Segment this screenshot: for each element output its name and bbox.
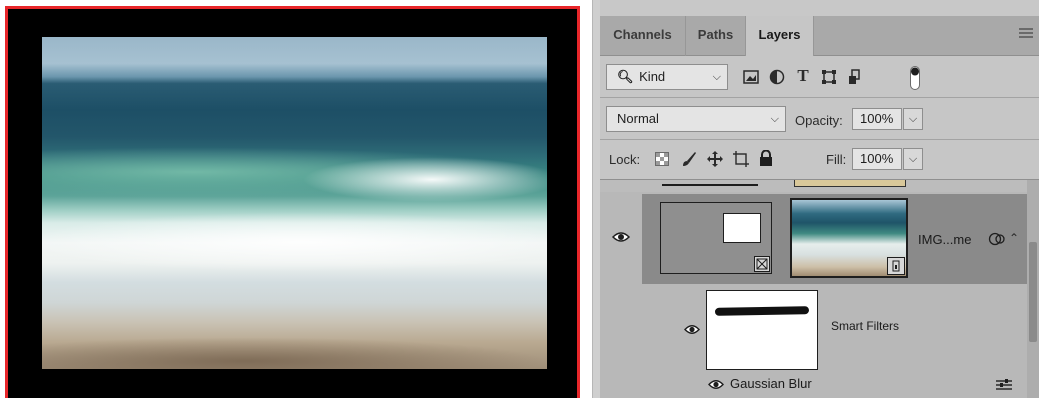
smart-filters-row[interactable]: Smart Filters xyxy=(600,284,1027,378)
tab-channels[interactable]: Channels xyxy=(600,16,686,56)
previous-layer-row[interactable] xyxy=(600,180,1027,192)
smart-filter-mask-thumbnail[interactable] xyxy=(706,290,818,370)
mask-link-icon xyxy=(754,256,770,272)
blend-mode-row: Normal ⌵ Opacity: 100% ⌵ xyxy=(600,98,1039,140)
lock-artboard-icon[interactable] xyxy=(732,150,750,168)
blending-options-icon[interactable] xyxy=(996,378,1012,392)
fill-label: Fill: xyxy=(826,152,847,167)
lock-label: Lock: xyxy=(609,152,641,167)
opacity-input[interactable]: 100% xyxy=(852,108,902,130)
ocean-wave-photo xyxy=(42,37,547,369)
document-frame[interactable] xyxy=(5,6,580,398)
panel-tabs: Channels Paths Layers xyxy=(600,16,1039,56)
lock-all-icon[interactable] xyxy=(758,149,774,167)
filter-toggle-icon[interactable] xyxy=(910,66,920,90)
pixel-filter-icon[interactable] xyxy=(742,68,760,86)
layer-thumbnail[interactable] xyxy=(790,198,908,278)
lock-position-icon[interactable] xyxy=(706,150,724,168)
panel-menu-icon[interactable] xyxy=(1019,28,1033,42)
chevron-down-icon: ⌵ xyxy=(770,113,779,125)
filter-row-gaussian-blur[interactable]: Gaussian Blur xyxy=(600,370,1027,398)
layers-panel: Channels Paths Layers 🔍︎ Kind ⌵ T Normal… xyxy=(600,0,1039,398)
type-filter-icon[interactable]: T xyxy=(794,66,812,86)
blend-mode-value: Normal xyxy=(617,111,659,126)
smart-filters-label: Smart Filters xyxy=(831,319,900,333)
chevron-up-icon[interactable]: ⌃ xyxy=(1008,231,1020,245)
smart-object-badge-icon xyxy=(887,257,905,275)
eye-icon[interactable] xyxy=(684,322,700,336)
lock-image-pixels-icon[interactable] xyxy=(680,150,698,168)
opacity-dropdown-button[interactable]: ⌵ xyxy=(903,108,923,130)
blend-mode-select[interactable]: Normal ⌵ xyxy=(606,106,786,132)
eye-icon[interactable] xyxy=(612,230,630,244)
eye-icon[interactable] xyxy=(708,378,724,390)
layer-name[interactable]: IMG...me xyxy=(918,232,971,247)
opacity-label: Opacity: xyxy=(795,113,843,128)
fill-dropdown-button[interactable]: ⌵ xyxy=(903,148,923,170)
layer-filter-row: 🔍︎ Kind ⌵ T xyxy=(600,56,1039,98)
panel-header-strip xyxy=(600,0,1039,16)
layers-scrollbar[interactable] xyxy=(1027,180,1039,398)
filter-name[interactable]: Gaussian Blur xyxy=(730,376,812,391)
chevron-down-icon: ⌵ xyxy=(712,71,721,83)
layer-row-smart-object[interactable]: IMG...me ⌃ xyxy=(642,194,1027,284)
layers-list: IMG...me ⌃ Smart Filters Gaussian Blur xyxy=(600,180,1027,398)
panel-divider[interactable] xyxy=(592,0,600,398)
fill-input[interactable]: 100% xyxy=(852,148,902,170)
document-canvas-area xyxy=(0,0,592,398)
lock-transparent-pixels-icon[interactable] xyxy=(654,151,670,167)
filter-kind-label: Kind xyxy=(639,69,666,84)
tab-layers[interactable]: Layers xyxy=(746,16,814,56)
adjustment-filter-icon[interactable] xyxy=(768,68,786,86)
shape-filter-icon[interactable] xyxy=(820,68,838,86)
tab-paths[interactable]: Paths xyxy=(686,16,746,56)
layer-visibility-column xyxy=(600,194,642,284)
filter-kind-select[interactable]: 🔍︎ Kind ⌵ xyxy=(606,64,728,90)
search-icon: 🔍︎ xyxy=(617,69,634,84)
filter-mask-thumbnail[interactable] xyxy=(660,202,772,274)
smart-object-filter-icon[interactable] xyxy=(846,68,864,86)
scrollbar-thumb[interactable] xyxy=(1029,242,1037,342)
lock-row: Lock: Fill: 100% ⌵ xyxy=(600,140,1039,180)
smart-filter-options-icon[interactable] xyxy=(988,230,1006,248)
